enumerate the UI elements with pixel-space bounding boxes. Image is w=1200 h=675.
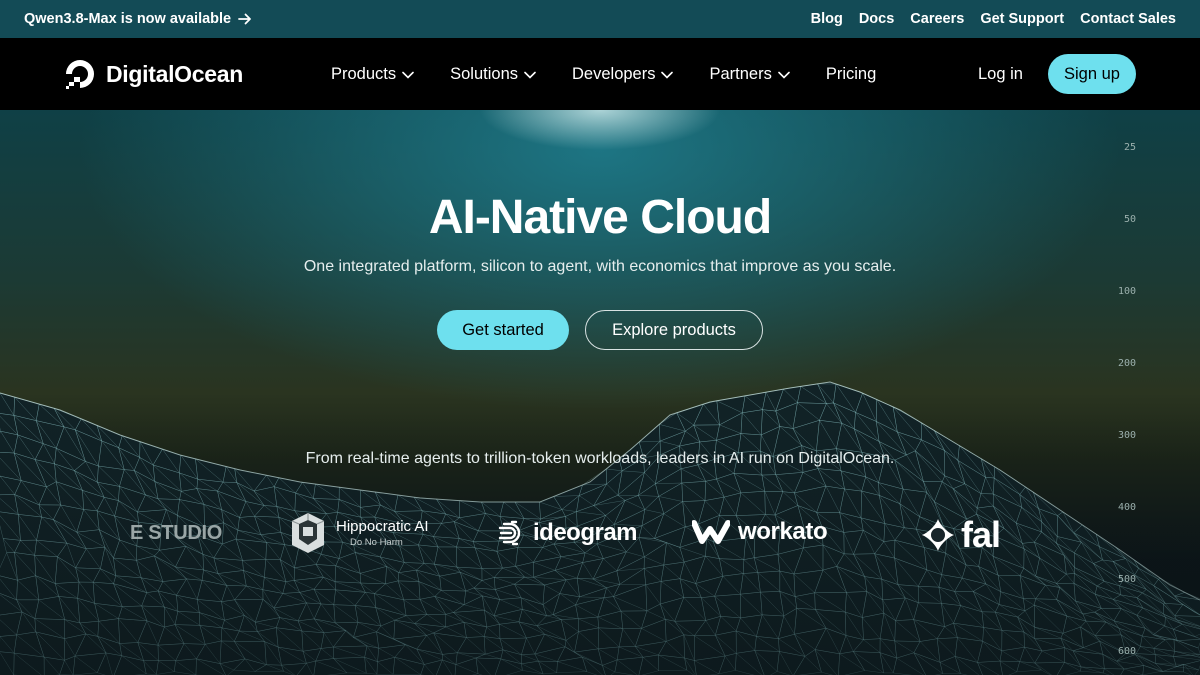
nav-products-label: Products xyxy=(331,64,397,83)
chevron-down-icon xyxy=(524,71,536,79)
get-support-link[interactable]: Get Support xyxy=(980,11,1064,27)
fal-logo: fal xyxy=(921,514,1001,556)
nav-developers[interactable]: Developers xyxy=(572,64,674,84)
brand-logo[interactable]: DigitalOcean xyxy=(64,58,243,90)
ideogram-name: ideogram xyxy=(533,519,638,546)
ideogram-mark-icon xyxy=(498,520,521,546)
fal-mark-icon xyxy=(922,519,954,551)
nav-solutions[interactable]: Solutions xyxy=(450,65,536,84)
promo-link[interactable]: Qwen3.8-Max is now available xyxy=(24,11,252,27)
get-started-button[interactable]: Get started xyxy=(437,310,569,350)
workato-name: workato xyxy=(738,518,828,545)
chevron-down-icon xyxy=(778,71,790,79)
explore-products-button[interactable]: Explore products xyxy=(585,310,763,350)
digitalocean-logo-icon xyxy=(66,60,94,89)
ideogram-logo: ideogram xyxy=(497,518,638,548)
leaders-text: From real-time agents to trillion-token … xyxy=(305,450,895,467)
nav-partners[interactable]: Partners xyxy=(709,64,790,84)
hippocratic-shield-icon xyxy=(291,513,325,553)
ruler-tick: 500 xyxy=(1117,574,1136,585)
hero-subtitle: One integrated platform, silicon to agen… xyxy=(303,258,897,275)
nav-menu: Products Solutions Developers Partners P… xyxy=(331,38,876,110)
nav-solutions-label: Solutions xyxy=(450,64,519,83)
blog-link[interactable]: Blog xyxy=(811,11,843,27)
contact-sales-link[interactable]: Contact Sales xyxy=(1080,11,1176,27)
brand-name: DigitalOcean xyxy=(106,60,243,87)
promo-text: Qwen3.8-Max is now available xyxy=(24,11,232,27)
customer-logos: E STUDIO Hippocratic AI Do No Harm ideog… xyxy=(0,510,1200,560)
ruler-tick: 300 xyxy=(1117,430,1136,441)
signup-button[interactable]: Sign up xyxy=(1048,54,1136,94)
nav-pricing[interactable]: Pricing xyxy=(826,65,876,84)
hero-cta-group: Get started Explore products xyxy=(437,310,763,350)
nav-pricing-label: Pricing xyxy=(825,64,877,83)
careers-link[interactable]: Careers xyxy=(910,11,964,27)
announcement-bar: Qwen3.8-Max is now available Blog Docs C… xyxy=(0,0,1200,38)
fal-name: fal xyxy=(961,514,1001,555)
workato-logo: workato xyxy=(692,518,828,546)
nav-products[interactable]: Products xyxy=(331,65,414,84)
arrow-right-icon xyxy=(238,13,252,25)
studio-logo: E STUDIO xyxy=(130,522,222,545)
studio-logo-text: E STUDIO xyxy=(130,522,223,544)
hero-title: AI-Native Cloud xyxy=(428,191,772,244)
ruler-tick: 600 xyxy=(1117,646,1136,657)
nav-partners-label: Partners xyxy=(709,64,772,83)
chevron-down-icon xyxy=(661,71,674,79)
ruler-tick: 25 xyxy=(1123,142,1136,153)
ruler-tick: 200 xyxy=(1117,358,1136,369)
login-link[interactable]: Log in xyxy=(978,65,1023,84)
docs-link[interactable]: Docs xyxy=(859,11,894,27)
main-nav: DigitalOcean Products Solutions Develope… xyxy=(0,38,1200,110)
utility-links: Blog Docs Careers Get Support Contact Sa… xyxy=(811,11,1176,27)
chevron-down-icon xyxy=(402,71,414,79)
hero-section: 25 50 100 200 300 400 500 600 AI-Native … xyxy=(0,110,1200,675)
workato-mark-icon xyxy=(692,520,730,544)
nav-developers-label: Developers xyxy=(572,64,656,83)
ruler-tick: 100 xyxy=(1117,286,1136,297)
hippocratic-tagline: Do No Harm xyxy=(350,537,403,548)
hippocratic-ai-logo: Hippocratic AI Do No Harm xyxy=(290,512,429,554)
hippocratic-name: Hippocratic AI xyxy=(336,518,429,535)
